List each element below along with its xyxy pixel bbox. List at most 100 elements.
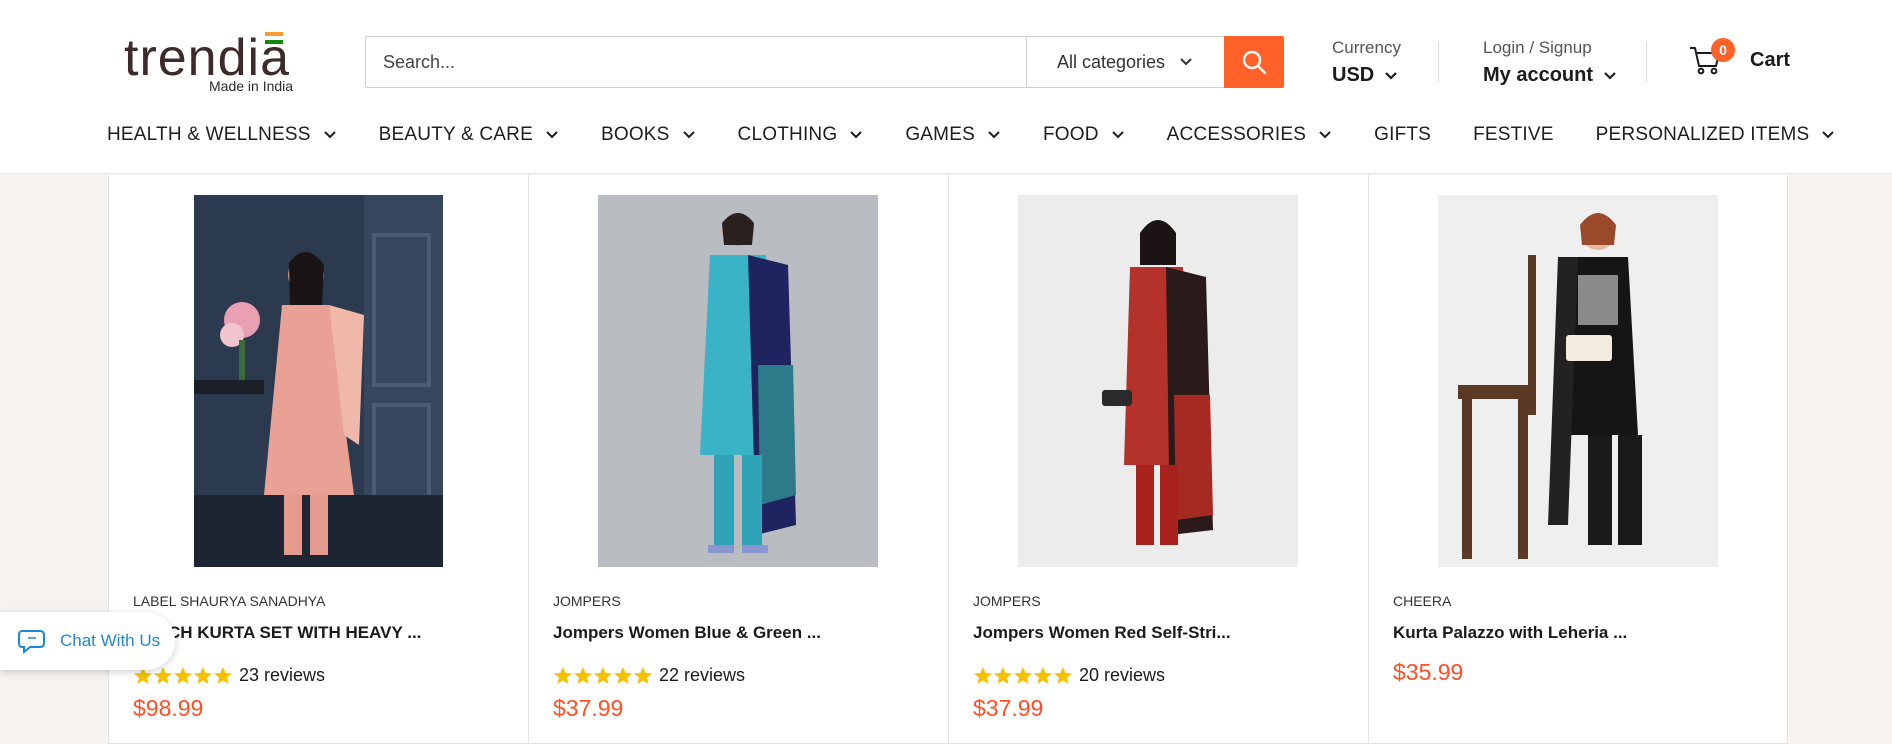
review-count: 20 reviews [1079,665,1166,685]
category-select-label: All categories [1057,51,1166,72]
trendia-logo[interactable]: trendia Made in India [124,28,304,98]
nav-item-label: ACCESSORIES [1166,124,1307,145]
star-icon [634,666,652,684]
product-price: $37.99 [553,695,624,721]
chevron-down-icon [323,131,336,139]
chevron-down-icon [682,131,695,139]
nav-item-label: BEAUTY & CARE [378,124,533,145]
logo-tagline: Made in India [209,78,294,94]
category-select[interactable]: All categories [1026,37,1226,87]
nav-item-label: FOOD [1042,124,1099,145]
review-count: 23 reviews [239,665,326,685]
nav-item-label: GIFTS [1374,124,1432,145]
nav-item-health-wellness[interactable]: HEALTH & WELLNESS [107,124,337,146]
chevron-down-icon [1111,131,1124,139]
product-card[interactable]: CHEERA Kurta Palazzo with Leheria ... $3… [1369,175,1789,743]
product-title[interactable]: Kurta Palazzo with Leheria ... [1393,623,1627,643]
search-icon [1242,50,1267,75]
currency-value: USD [1332,64,1375,86]
star-icon [594,666,612,684]
nav-item-games[interactable]: GAMES [905,124,1001,146]
star-rating-icon [553,666,653,686]
product-card[interactable]: JOMPERS Jompers Women Blue & Green ... 2… [529,175,949,743]
star-icon [194,666,212,684]
product-brand[interactable]: JOMPERS [553,593,621,609]
star-rating-icon [973,666,1073,686]
nav-item-gifts[interactable]: GIFTS [1374,124,1431,146]
cart-icon: 0 [1688,38,1735,76]
product-image[interactable] [194,195,443,567]
review-count: 22 reviews [659,665,746,685]
nav-item-beauty-care[interactable]: BEAUTY & CARE [379,124,559,146]
nav-item-books[interactable]: BOOKS [601,124,696,146]
chevron-down-icon [850,131,863,139]
nav-item-label: BOOKS [600,124,670,145]
cart-count-badge: 0 [1711,38,1735,62]
header-divider [1438,42,1439,82]
nav-item-label: PERSONALIZED ITEMS [1595,124,1810,145]
chat-label: Chat With Us [60,631,161,650]
chevron-down-icon [988,131,1000,139]
product-brand[interactable]: JOMPERS [973,593,1041,609]
header-divider [1646,42,1647,82]
currency-selector[interactable]: Currency USD [1332,38,1401,87]
product-title[interactable]: Jompers Women Red Self-Stri... [973,623,1231,643]
chevron-down-icon [546,131,558,139]
nav-item-food[interactable]: FOOD [1043,124,1125,146]
product-brand[interactable]: LABEL SHAURYA SANADHYA [133,593,325,609]
search-input[interactable] [366,37,1026,87]
chat-with-us-button[interactable]: Chat With Us [0,612,175,670]
product-image[interactable] [1438,195,1718,567]
nav-item-personalized-items[interactable]: PERSONALIZED ITEMS [1596,124,1836,146]
search-button[interactable] [1224,36,1284,88]
product-rating[interactable]: 22 reviews [553,665,745,686]
nav-item-label: GAMES [905,124,975,145]
nav-item-festive[interactable]: FESTIVE [1473,124,1554,146]
product-rating[interactable]: 23 reviews [133,665,325,686]
star-icon [1014,666,1032,684]
product-price: $35.99 [1393,659,1464,685]
star-icon [574,666,592,684]
star-icon [214,666,232,684]
star-icon [994,666,1012,684]
star-icon [174,666,192,684]
main-nav: HEALTH & WELLNESS BEAUTY & CARE BOOKS CLOTH… [107,124,1877,146]
product-grid: LABEL SHAURYA SANADHYA PEACH KURTA SET W… [108,175,1788,744]
nav-item-accessories[interactable]: ACCESSORIES [1167,124,1332,146]
account-menu[interactable]: Login / Signup My account [1483,38,1617,87]
currency-label: Currency [1332,38,1401,57]
star-icon [1034,666,1052,684]
product-card[interactable]: JOMPERS Jompers Women Red Self-Stri... 2… [949,175,1369,743]
site-header: trendia Made in India All categories Cur… [0,0,1892,174]
chat-bubble-icon [18,630,45,655]
login-signup-label: Login / Signup [1483,38,1592,57]
star-icon [614,666,632,684]
product-price: $37.99 [973,695,1044,721]
search-bar: All categories [365,36,1284,88]
star-icon [1054,666,1072,684]
product-image[interactable] [1018,195,1298,567]
product-title[interactable]: PEACH KURTA SET WITH HEAVY ... [133,623,421,643]
chevron-down-icon [1180,58,1192,66]
nav-item-clothing[interactable]: CLOTHING [738,124,864,146]
product-rating[interactable]: 20 reviews [973,665,1165,686]
chevron-down-icon [1319,131,1331,139]
product-image[interactable] [598,195,878,567]
product-brand[interactable]: CHEERA [1393,593,1451,609]
star-icon [974,666,992,684]
chevron-down-icon [1385,71,1398,80]
india-flag-icon [265,32,283,45]
product-price: $98.99 [133,695,204,721]
star-icon [154,666,172,684]
cart-label: Cart [1750,48,1791,71]
product-title[interactable]: Jompers Women Blue & Green ... [553,623,821,643]
star-icon [554,666,572,684]
product-card[interactable]: LABEL SHAURYA SANADHYA PEACH KURTA SET W… [109,175,529,743]
my-account-label: My account [1483,64,1594,86]
nav-item-label: FESTIVE [1473,124,1554,145]
nav-item-label: HEALTH & WELLNESS [107,124,311,145]
cart-button[interactable]: 0 Cart [1688,38,1791,76]
chevron-down-icon [1604,71,1616,80]
nav-item-label: CLOTHING [737,124,838,145]
chevron-down-icon [1822,131,1835,139]
